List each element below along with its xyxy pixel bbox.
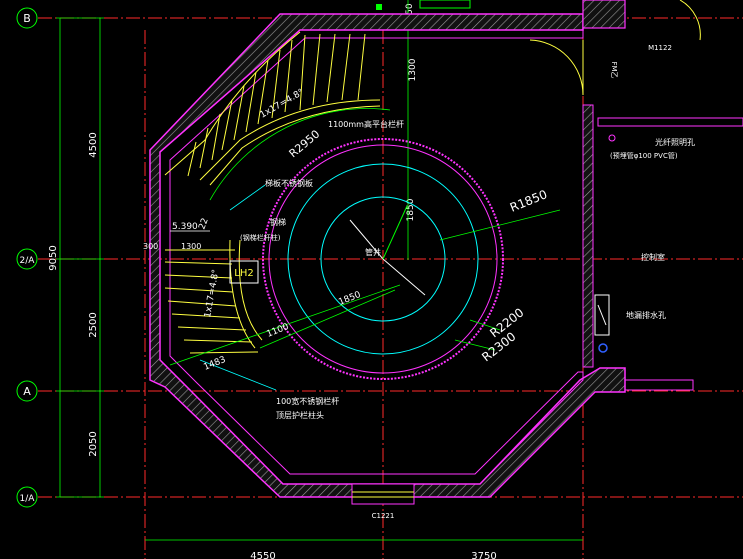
dim-1300: 1300 [408, 58, 418, 81]
label-lamp: 光纤照明孔 [655, 137, 695, 147]
label-drain: 地漏排水孔 [626, 310, 666, 320]
window-c1221: C1221 [351, 483, 415, 520]
label-tube: 管井 [365, 247, 381, 257]
label-railing2: 顶层护栏柱头 [276, 410, 324, 420]
floor-plan-drawing: B 2/A A 1/A 9050 4500 2500 2050 250 1300… [16, 0, 743, 559]
axis-label-2a: 2/A [20, 256, 36, 266]
label-control: 控制室 [641, 252, 665, 262]
label-1850-inner: 1850 [337, 290, 362, 308]
label-wall-note: (钢梯栏杆柱) [240, 233, 281, 242]
door-label-vert: FM乙 [610, 61, 618, 78]
label-platform: 1100mm高平台栏杆 [328, 119, 404, 129]
dim-2500: 2500 [88, 312, 99, 337]
door-label: M1122 [648, 44, 672, 52]
label-wall: 钢梯 [270, 217, 286, 227]
axis-bubble-1a: 1/A [16, 486, 38, 508]
axis-label-1a: 1/A [20, 494, 36, 504]
dim-bottom-right: 3750 [471, 551, 496, 559]
label-r1850: R1850 [508, 187, 549, 215]
axis-bubble-a: A [16, 380, 38, 402]
lh2-label: LH2 [234, 268, 253, 279]
label-300: 300 [143, 242, 158, 251]
axis-label-a: A [23, 385, 31, 398]
label-steel-beam: 梯板不锈钢板 [265, 178, 313, 188]
octagon-wall [149, 0, 743, 498]
label-1483: 1483 [202, 355, 227, 373]
dim-bottom-left: 4550 [250, 551, 275, 559]
label-1100: 1100 [265, 322, 290, 340]
top-mark-small [376, 4, 382, 10]
lh2-box: LH2 [229, 260, 259, 284]
window-label: C1221 [372, 512, 395, 520]
label-lamp2: (预埋管φ100 PVC管) [610, 151, 678, 160]
label-railing: 100宽不锈钢栏杆 [276, 396, 339, 406]
label-stair-top: 1x17=4.8° [259, 88, 306, 121]
dim-4500: 4500 [88, 132, 99, 157]
axis-bubble-b: B [16, 7, 38, 29]
dim-2050: 2050 [88, 431, 99, 456]
axis-bubble-2a: 2/A [16, 248, 38, 270]
label-1300: 1300 [181, 242, 201, 251]
label-elevation: 5.390 [172, 222, 198, 232]
label-r2950: R2950 [287, 127, 323, 160]
dim-total: 9050 [48, 245, 59, 270]
label-stair-left: 1x17=4.8° [203, 269, 221, 319]
drain-equipment [594, 134, 616, 353]
axis-label-b: B [23, 12, 31, 25]
leader-steel [229, 184, 266, 211]
top-marker [419, 0, 471, 9]
label-22: 22 [197, 217, 210, 231]
